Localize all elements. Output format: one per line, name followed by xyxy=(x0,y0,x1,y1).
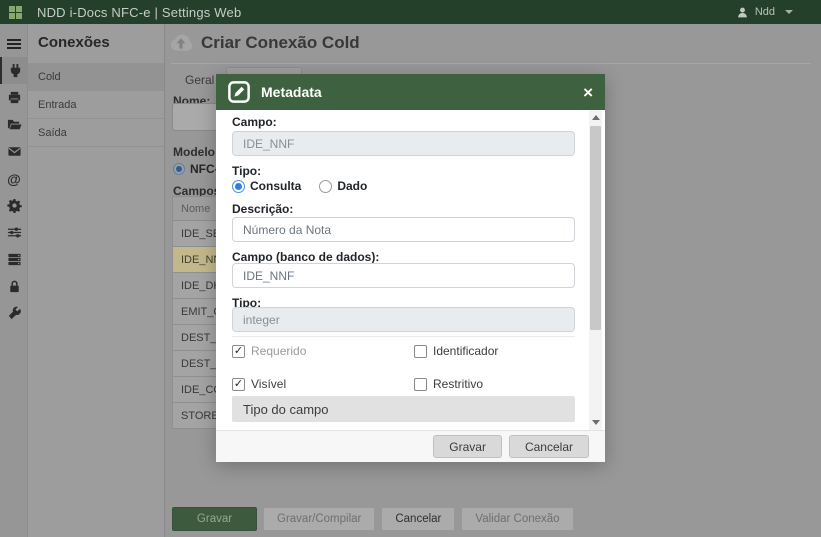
checkbox-unchecked-icon xyxy=(414,345,427,358)
close-icon[interactable]: × xyxy=(583,84,593,101)
radio-icon xyxy=(319,180,332,193)
checkbox-row: ✓ Requerido Identificador xyxy=(232,343,575,359)
campo-input[interactable] xyxy=(232,131,575,156)
checkbox-checked-icon: ✓ xyxy=(232,378,245,391)
modal-header: Metadata × xyxy=(216,74,605,110)
tipo-label: Tipo: xyxy=(232,164,261,178)
checkbox-requerido-label: Requerido xyxy=(251,344,306,358)
descricao-input[interactable] xyxy=(232,217,575,242)
checkbox-identificador-label: Identificador xyxy=(433,344,498,358)
checkbox-restritivo[interactable]: Restritivo xyxy=(414,376,483,392)
scroll-down-icon[interactable] xyxy=(589,416,602,429)
checkbox-unchecked-icon xyxy=(414,378,427,391)
modal-scrollbar[interactable] xyxy=(589,110,602,430)
campo-db-label: Campo (banco de dados): xyxy=(232,250,379,264)
edit-icon xyxy=(228,81,250,103)
section-header-tipo-do-campo[interactable]: Tipo do campo xyxy=(232,396,575,422)
tipo-radio-group: Consulta Dado xyxy=(232,179,367,193)
checkbox-visivel[interactable]: ✓ Visível xyxy=(232,376,414,392)
metadata-modal: Metadata × Campo: Tipo: Consulta Dado De… xyxy=(216,74,605,462)
radio-dado[interactable]: Dado xyxy=(319,179,367,193)
radio-consulta[interactable]: Consulta xyxy=(232,179,301,193)
modal-gravar-button[interactable]: Gravar xyxy=(433,435,502,458)
radio-icon xyxy=(232,180,245,193)
campo-label: Campo: xyxy=(232,115,277,129)
modal-title: Metadata xyxy=(261,84,322,100)
modal-footer: Gravar Cancelar xyxy=(216,430,605,462)
checkbox-identificador[interactable]: Identificador xyxy=(414,343,498,359)
divider xyxy=(232,336,575,337)
descricao-label: Descrição: xyxy=(232,202,293,216)
radio-consulta-label: Consulta xyxy=(250,179,301,193)
checkbox-row: ✓ Visível Restritivo xyxy=(232,376,575,392)
checkbox-visivel-label: Visível xyxy=(251,377,286,391)
radio-dado-label: Dado xyxy=(337,179,367,193)
scroll-up-icon[interactable] xyxy=(589,111,602,124)
modal-body: Campo: Tipo: Consulta Dado Descrição: Ca… xyxy=(216,110,605,430)
modal-cancelar-button[interactable]: Cancelar xyxy=(509,435,589,458)
checkbox-checked-icon: ✓ xyxy=(232,345,245,358)
tipo-campo-input[interactable] xyxy=(232,307,575,332)
checkbox-restritivo-label: Restritivo xyxy=(433,377,483,391)
app-window: NDD i-Docs NFC-e | Settings Web Ndd @ xyxy=(0,0,821,537)
campo-db-input[interactable] xyxy=(232,263,575,288)
checkbox-requerido[interactable]: ✓ Requerido xyxy=(232,343,414,359)
scrollbar-thumb[interactable] xyxy=(590,126,601,330)
